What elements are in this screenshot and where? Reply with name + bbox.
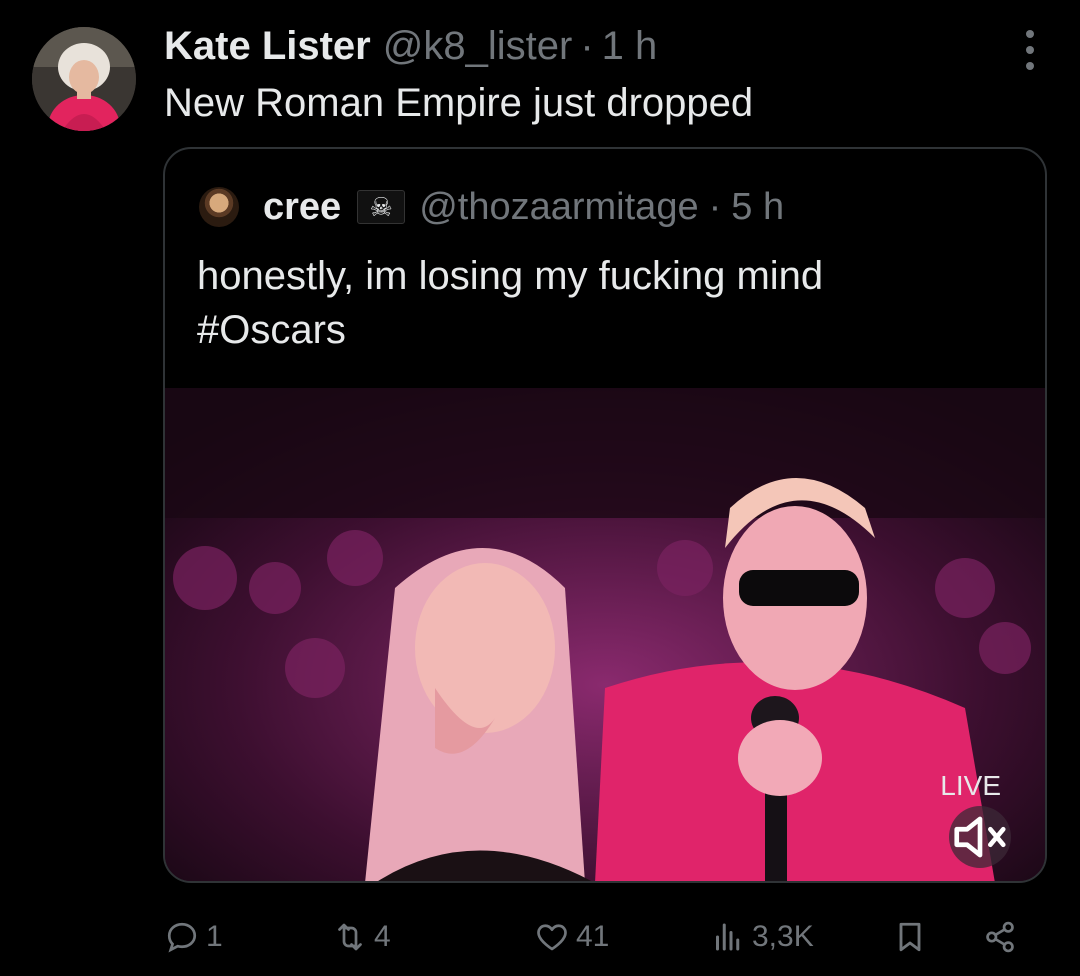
more-dot-icon [1026, 46, 1034, 54]
views-chart-icon [716, 923, 740, 951]
author-avatar-image [32, 27, 136, 131]
quoted-tweet-time: 5 h [731, 186, 785, 228]
tweet-actions: 1 4 41 3,3K [164, 912, 1034, 962]
mute-button[interactable] [949, 806, 1011, 868]
share-icon [986, 921, 1014, 953]
reply-count: 1 [206, 920, 223, 953]
video-frame [165, 388, 1045, 881]
bookmark-icon [899, 922, 921, 952]
video-player[interactable]: LIVE [165, 388, 1045, 881]
quoted-tweet-text: honestly, im losing my fucking mind #Osc… [197, 254, 824, 352]
heart-icon [537, 924, 567, 951]
tweet-time[interactable]: 1 h [602, 22, 658, 70]
live-badge: LIVE [940, 770, 1001, 801]
more-options-button[interactable] [1018, 30, 1042, 70]
views-count: 3,3K [752, 920, 814, 953]
reply-button[interactable]: 1 [164, 912, 223, 962]
share-button[interactable] [982, 912, 1018, 962]
retweet-count: 4 [374, 920, 391, 953]
reply-icon [167, 922, 197, 953]
quoted-author-handle: @thozaarmitage [419, 186, 699, 228]
separator-dot: · [708, 186, 722, 228]
quoted-tweet-header: cree ☠ @thozaarmitage · 5 h [199, 185, 784, 229]
author-avatar[interactable] [32, 27, 136, 131]
retweet-button[interactable]: 4 [332, 912, 391, 962]
bookmark-button[interactable] [892, 912, 928, 962]
more-dot-icon [1026, 62, 1034, 70]
retweet-icon [338, 923, 362, 951]
tweet-text: New Roman Empire just dropped [164, 81, 754, 125]
muted-speaker-icon [954, 816, 1006, 858]
tweet-header: Kate Lister @k8_lister · 1 h [164, 22, 657, 70]
pirate-flag-icon: ☠ [357, 190, 406, 224]
author-name[interactable]: Kate Lister [164, 22, 371, 70]
like-button[interactable]: 41 [534, 912, 609, 962]
author-handle[interactable]: @k8_lister [383, 22, 573, 70]
views-button[interactable]: 3,3K [710, 912, 814, 962]
quoted-author-avatar [199, 187, 239, 227]
quoted-author-name: cree [263, 186, 342, 228]
more-dot-icon [1026, 30, 1034, 38]
separator-dot: · [580, 24, 594, 68]
quoted-tweet-card[interactable]: cree ☠ @thozaarmitage · 5 h honestly, im… [163, 147, 1047, 883]
like-count: 41 [576, 920, 610, 953]
